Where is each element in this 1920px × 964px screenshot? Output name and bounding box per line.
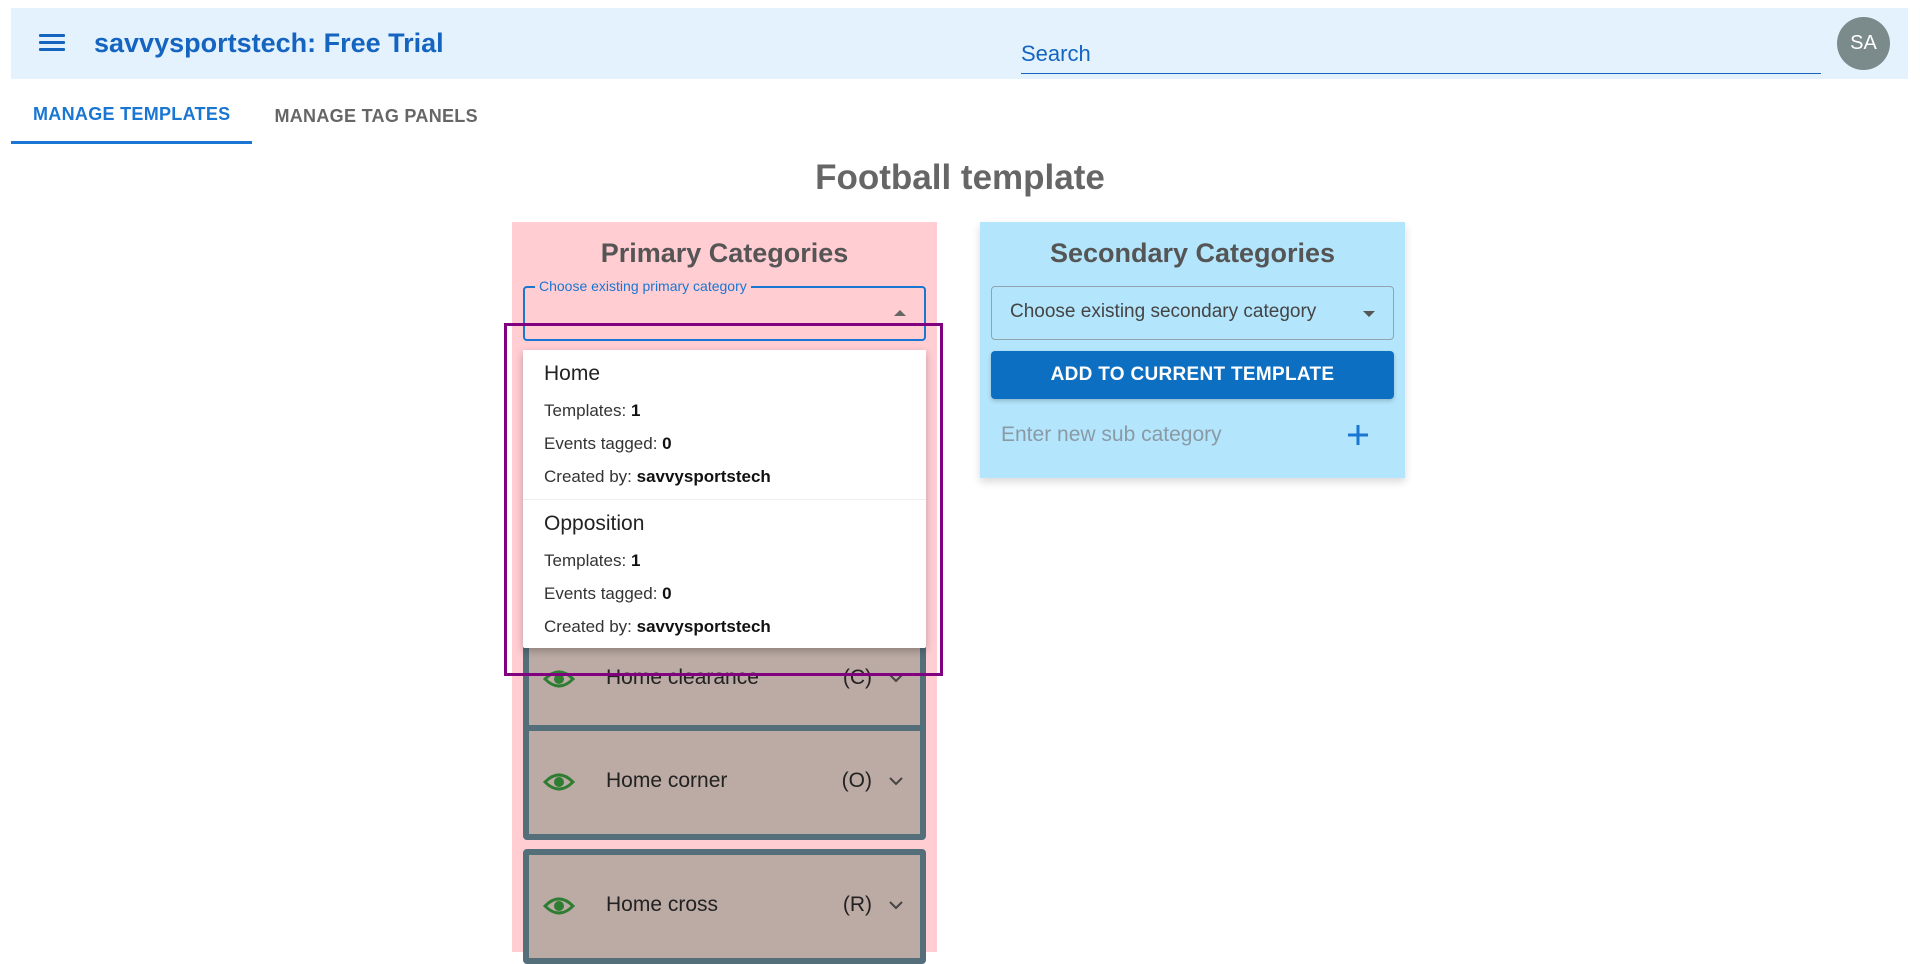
category-code: (O) <box>841 769 872 792</box>
menu-icon[interactable] <box>37 30 67 58</box>
category-card[interactable]: Home cross (R) <box>523 849 926 964</box>
category-card[interactable]: Home corner (O) <box>523 725 926 840</box>
secondary-select-value: Choose existing secondary category <box>1010 301 1317 322</box>
option-templates: Templates: 1 <box>544 551 641 570</box>
tab-manage-tag-panels[interactable]: MANAGE TAG PANELS <box>252 88 499 144</box>
eye-icon[interactable] <box>543 895 575 917</box>
add-to-template-button[interactable]: ADD TO CURRENT TEMPLATE <box>991 351 1394 399</box>
category-name: Home clearance <box>606 666 759 689</box>
dropdown-option-opposition[interactable]: Opposition Templates: 1 Events tagged: 0… <box>523 499 926 647</box>
chevron-down-icon[interactable] <box>888 773 904 789</box>
option-templates: Templates: 1 <box>544 401 641 420</box>
app-bar: savvysportstech: Free Trial SA <box>11 8 1908 79</box>
chevron-down-icon[interactable] <box>1363 311 1375 317</box>
plus-icon[interactable] <box>1343 420 1373 450</box>
secondary-categories-panel: Secondary Categories Choose existing sec… <box>980 222 1405 478</box>
category-name: Home corner <box>606 769 728 792</box>
eye-icon[interactable] <box>543 771 575 793</box>
category-code: (C) <box>842 666 872 689</box>
category-name: Home cross <box>606 893 719 916</box>
option-name: Home <box>544 362 601 385</box>
category-code: (R) <box>842 893 872 916</box>
chevron-down-icon[interactable] <box>888 897 904 913</box>
page-title: Football template <box>815 158 1105 197</box>
option-name: Opposition <box>544 512 645 535</box>
secondary-panel-title: Secondary Categories <box>1049 238 1336 268</box>
eye-icon[interactable] <box>543 668 575 690</box>
option-events: Events tagged: 0 <box>544 584 672 603</box>
search-field[interactable] <box>1021 28 1821 74</box>
chevron-up-icon[interactable] <box>894 310 906 316</box>
secondary-category-select[interactable]: Choose existing secondary category <box>991 286 1394 340</box>
primary-select-label: Choose existing primary category <box>535 278 751 294</box>
option-created-by: Created by: savvysportstech <box>544 467 771 486</box>
chevron-down-icon[interactable] <box>888 670 904 686</box>
avatar[interactable]: SA <box>1837 17 1890 70</box>
primary-category-dropdown: Home Templates: 1 Events tagged: 0 Creat… <box>523 350 926 648</box>
primary-category-select[interactable]: Choose existing primary category <box>523 278 926 341</box>
option-created-by: Created by: savvysportstech <box>544 617 771 636</box>
option-events: Events tagged: 0 <box>544 434 672 453</box>
search-input[interactable] <box>1021 28 1821 73</box>
tab-bar: MANAGE TEMPLATES MANAGE TAG PANELS <box>11 88 500 144</box>
tab-manage-templates[interactable]: MANAGE TEMPLATES <box>11 88 253 144</box>
sub-category-input[interactable] <box>1001 415 1261 455</box>
dropdown-option-home[interactable]: Home Templates: 1 Events tagged: 0 Creat… <box>523 350 926 498</box>
app-title: savvysportstech: Free Trial <box>94 28 444 58</box>
primary-panel-title: Primary Categories <box>600 238 849 268</box>
